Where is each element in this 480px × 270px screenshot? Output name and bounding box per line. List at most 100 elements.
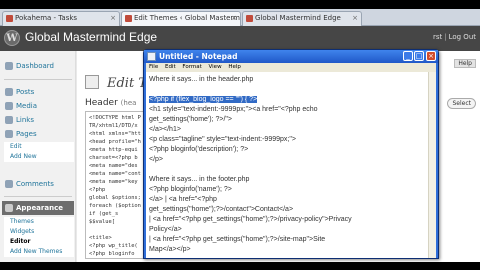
code-line: <head profile="h [89, 139, 141, 145]
file-title-text: Header [85, 98, 118, 108]
site-title[interactable]: Global Mastermind Edge [25, 30, 157, 44]
notepad-line: Where it says... in the header.php [149, 76, 254, 83]
menu-help[interactable]: Help [228, 64, 241, 70]
menu-edit[interactable]: Edit [165, 64, 176, 70]
code-line: <html xmlns="htt [89, 131, 141, 137]
code-line: <title> [89, 235, 112, 241]
menu-file[interactable]: File [149, 64, 158, 70]
code-line: <meta http-equi [89, 147, 138, 153]
appearance-screen-icon [85, 75, 99, 89]
menu-media[interactable]: Media [2, 99, 74, 113]
tab-favicon-icon [246, 15, 253, 22]
tab-global-mastermind[interactable]: Global Mastermind Edge × [242, 11, 362, 26]
notepad-line: <?php bloginfo('name'); ?> [149, 186, 232, 193]
code-line: <?php [89, 187, 106, 193]
tab-pokahema[interactable]: Pokahema - Tasks × [2, 11, 120, 26]
notepad-text-area[interactable]: Where it says... in the header.php <?php … [146, 72, 436, 258]
menu-separator [4, 79, 72, 80]
maximize-icon[interactable]: □ [414, 51, 424, 61]
media-icon [5, 102, 13, 110]
code-line: <meta name="des [89, 163, 138, 169]
code-line: <meta name="cont [89, 171, 141, 177]
notepad-line: Where it says... in the footer.php [149, 176, 250, 183]
select-theme-button[interactable]: Select [447, 98, 476, 109]
menu-separator [4, 196, 72, 197]
code-line: TR/xhtml1/DTD/x [89, 123, 138, 129]
tab-favicon-icon [125, 15, 132, 22]
menu-links[interactable]: Links [2, 113, 74, 127]
close-icon[interactable]: × [426, 51, 436, 61]
code-line: charset=<?php b [89, 155, 138, 161]
notepad-window: Untitled - Notepad _ □ × File Edit Forma… [143, 49, 439, 259]
dashboard-icon [5, 62, 13, 70]
pages-add-new-link[interactable]: Add New [4, 152, 74, 162]
tab-label: Pokahema - Tasks [15, 14, 78, 22]
tab-label: Global Mastermind Edge [255, 14, 341, 22]
menu-label: Dashboard [16, 62, 54, 70]
notepad-line: Map</a></p> [149, 246, 191, 253]
tab-favicon-icon [6, 15, 13, 22]
notepad-line: </a> | <a href="<?php [149, 196, 217, 203]
notepad-icon [147, 52, 156, 61]
tab-close-icon[interactable]: × [352, 12, 358, 25]
user-link[interactable]: rst [433, 33, 442, 41]
menu-label: Posts [16, 88, 35, 96]
help-button[interactable]: Help [454, 59, 476, 68]
logout-link[interactable]: Log Out [449, 33, 476, 41]
notepad-scrollbar[interactable] [428, 72, 436, 258]
pages-edit-link[interactable]: Edit [4, 142, 74, 152]
appearance-widgets-link[interactable]: Widgets [4, 227, 74, 237]
notepad-line: <p class="tagline" style="text-indent:-9… [149, 136, 296, 143]
minimize-icon[interactable]: _ [403, 51, 413, 61]
menu-label: Links [16, 116, 34, 124]
menu-label: Media [16, 102, 38, 110]
appearance-icon [5, 204, 13, 212]
notepad-line: | <a href="<?php get_settings("home");?>… [149, 236, 326, 243]
menu-posts[interactable]: Posts [2, 85, 74, 99]
menu-label: Appearance [16, 204, 63, 212]
code-line: global $options; [89, 195, 141, 201]
tab-close-icon[interactable]: × [110, 12, 116, 25]
appearance-add-new-link[interactable]: Add New Themes [4, 247, 74, 257]
file-title: Header (hea [85, 98, 136, 108]
notepad-line: <?php bloginfo('description'); ?> [149, 146, 249, 153]
appearance-themes-link[interactable]: Themes [4, 217, 74, 227]
code-line: $$value[ [89, 219, 115, 225]
screen: Pokahema - Tasks × Edit Themes ‹ Global … [0, 0, 480, 270]
notepad-line: <h1 style="text-indent:-9999px;"><a href… [149, 106, 318, 113]
comments-icon [5, 180, 13, 188]
menu-format[interactable]: Format [182, 64, 201, 70]
code-line: <!DOCTYPE html P [89, 115, 141, 121]
letterbox-bottom [0, 262, 480, 270]
pages-icon [5, 130, 13, 138]
notepad-menubar: File Edit Format View Help [146, 63, 436, 72]
menu-label: Comments [16, 180, 54, 188]
user-links: rst | Log Out [432, 33, 476, 41]
tab-label: Edit Themes ‹ Global Mastermind [134, 14, 241, 22]
notepad-title: Untitled - Notepad [159, 52, 238, 61]
menu-dashboard[interactable]: Dashboard [2, 59, 74, 73]
code-line: <meta name="key [89, 179, 138, 185]
menu-label: Pages [16, 130, 37, 138]
code-line: if (get_s [89, 211, 119, 217]
notepad-line: </p> [149, 156, 164, 163]
selected-text: <?php if (flex_blog_logo == "") { ?> [149, 96, 258, 103]
links-icon [5, 116, 13, 124]
tab-edit-themes[interactable]: Edit Themes ‹ Global Mastermind × [121, 11, 241, 26]
notepad-titlebar[interactable]: Untitled - Notepad _ □ × [144, 50, 438, 63]
menu-pages[interactable]: Pages [2, 127, 74, 141]
code-line: <?php bloginfo [89, 251, 135, 257]
wordpress-logo-icon[interactable]: W [4, 30, 20, 46]
menu-view[interactable]: View [209, 64, 222, 70]
appearance-editor-link[interactable]: Editor [4, 237, 74, 247]
posts-icon [5, 88, 13, 96]
code-line: <?php wp_title( [89, 243, 138, 249]
menu-comments[interactable]: Comments [2, 177, 74, 191]
notepad-line: Policy</a> [149, 226, 182, 233]
tab-close-icon[interactable]: × [231, 12, 237, 25]
letterbox-top [0, 0, 480, 9]
file-title-suffix: (hea [120, 99, 137, 107]
menu-appearance[interactable]: Appearance [2, 201, 74, 215]
admin-sidebar: Dashboard Posts Media Links Pages Edit A… [0, 51, 76, 262]
notepad-line: get_settings('home'); ?>/"> [149, 116, 232, 123]
